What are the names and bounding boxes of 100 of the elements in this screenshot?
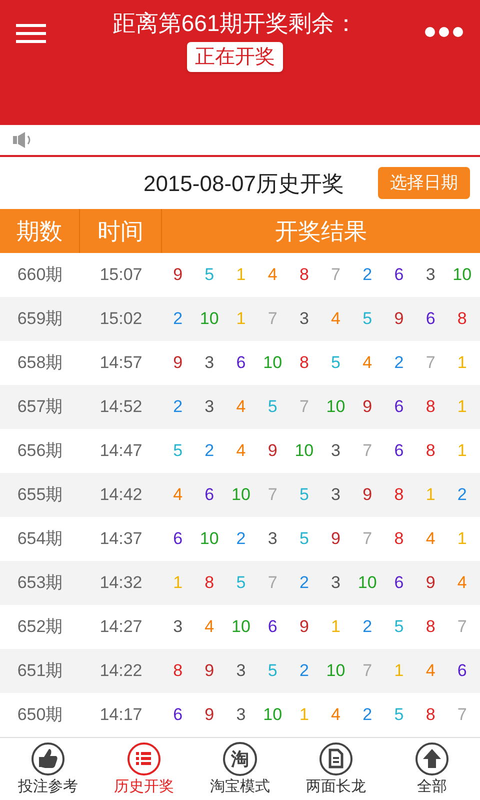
result-number: 3 [330, 484, 342, 506]
result-number: 1 [235, 264, 247, 286]
result-number: 5 [298, 528, 310, 550]
result-number: 10 [198, 528, 220, 550]
result-number: 2 [172, 396, 184, 418]
nav-item[interactable]: 历史开奖 [96, 738, 192, 800]
result-number: 7 [456, 616, 468, 638]
result-number: 8 [298, 352, 310, 374]
result-number: 2 [362, 616, 374, 638]
nav-item[interactable]: 全部 [384, 738, 480, 800]
time-cell-text: 15:02 [98, 308, 144, 330]
result-number: 7 [362, 440, 374, 462]
result-number: 5 [204, 264, 216, 286]
result-number: 8 [204, 572, 216, 594]
menu-icon[interactable] [16, 24, 46, 44]
time-cell-text: 14:22 [98, 660, 144, 682]
result-number: 8 [456, 308, 468, 330]
result-number: 9 [424, 572, 436, 594]
result-number: 4 [330, 308, 342, 330]
nav-label: 淘宝模式 [210, 778, 270, 796]
result-number: 2 [235, 528, 247, 550]
time-cell-text: 14:27 [98, 616, 144, 638]
nav-item[interactable]: 淘 淘宝模式 [192, 738, 288, 800]
result-number: 1 [298, 704, 310, 726]
result-number: 4 [266, 264, 278, 286]
result-number: 10 [325, 660, 346, 682]
result-number: 6 [266, 616, 278, 638]
result-number: 6 [235, 352, 247, 374]
result-number: 4 [172, 484, 184, 506]
period-cell-text: 657期 [16, 396, 64, 418]
time-cell-text: 14:37 [98, 528, 144, 550]
result-number: 4 [330, 704, 342, 726]
time-cell-text: 14:17 [98, 704, 144, 726]
result-number: 1 [456, 528, 468, 550]
result-number: 2 [298, 572, 310, 594]
result-number: 2 [456, 484, 468, 506]
more-icon[interactable] [424, 26, 464, 38]
result-number: 10 [452, 264, 473, 286]
result-number: 7 [266, 308, 278, 330]
result-number: 9 [362, 484, 374, 506]
result-number: 6 [204, 484, 216, 506]
result-number: 5 [235, 572, 247, 594]
result-number: 8 [393, 528, 405, 550]
time-cell-text: 15:07 [98, 264, 144, 286]
countdown-title: 距离第661期开奖剩余： [112, 9, 358, 38]
period-cell-text: 660期 [16, 264, 64, 286]
result-number: 2 [393, 352, 405, 374]
result-number: 10 [294, 440, 315, 462]
period-cell-text: 652期 [16, 616, 64, 638]
result-number: 1 [424, 484, 436, 506]
result-number: 7 [266, 484, 278, 506]
result-number: 1 [456, 396, 468, 418]
result-number: 8 [424, 704, 436, 726]
result-number: 7 [362, 660, 374, 682]
result-number: 3 [330, 572, 342, 594]
result-number: 4 [235, 396, 247, 418]
result-number: 10 [198, 308, 220, 330]
result-number: 8 [393, 484, 405, 506]
result-number: 9 [362, 396, 374, 418]
result-number: 3 [204, 396, 216, 418]
period-cell-text: 650期 [16, 704, 64, 726]
nav-item[interactable]: 投注参考 [0, 738, 96, 800]
result-number: 6 [456, 660, 468, 682]
result-number: 8 [424, 616, 436, 638]
result-number: 10 [262, 352, 284, 374]
status-badge: 正在开奖 [187, 42, 283, 72]
result-number: 10 [356, 572, 378, 594]
result-number: 6 [393, 396, 405, 418]
result-number: 7 [330, 264, 342, 286]
time-cell-text: 14:32 [98, 572, 144, 594]
result-number: 2 [298, 660, 310, 682]
result-number: 5 [298, 484, 310, 506]
result-number: 1 [172, 572, 184, 594]
time-cell-text: 14:47 [98, 440, 144, 462]
result-number: 6 [172, 704, 184, 726]
result-number: 1 [235, 308, 247, 330]
column-header: 开奖结果 [274, 216, 368, 246]
document-icon [319, 742, 353, 776]
result-number: 10 [325, 396, 346, 418]
result-number: 7 [266, 572, 278, 594]
result-number: 10 [262, 704, 284, 726]
result-number: 3 [330, 440, 342, 462]
result-number: 10 [230, 484, 252, 506]
period-cell-text: 656期 [16, 440, 64, 462]
result-number: 4 [362, 352, 374, 374]
result-number: 8 [424, 396, 436, 418]
result-number: 1 [393, 660, 405, 682]
period-cell-text: 658期 [16, 352, 64, 374]
result-number: 9 [266, 440, 278, 462]
nav-item[interactable]: 两面长龙 [288, 738, 384, 800]
result-number: 4 [235, 440, 247, 462]
history-title: 2015-08-07历史开奖 [143, 170, 344, 198]
result-number: 9 [393, 308, 405, 330]
period-cell-text: 653期 [16, 572, 64, 594]
result-number: 4 [456, 572, 468, 594]
result-number: 3 [235, 704, 247, 726]
result-number: 2 [204, 440, 216, 462]
result-number: 2 [362, 704, 374, 726]
result-number: 3 [204, 352, 216, 374]
result-number: 8 [424, 440, 436, 462]
